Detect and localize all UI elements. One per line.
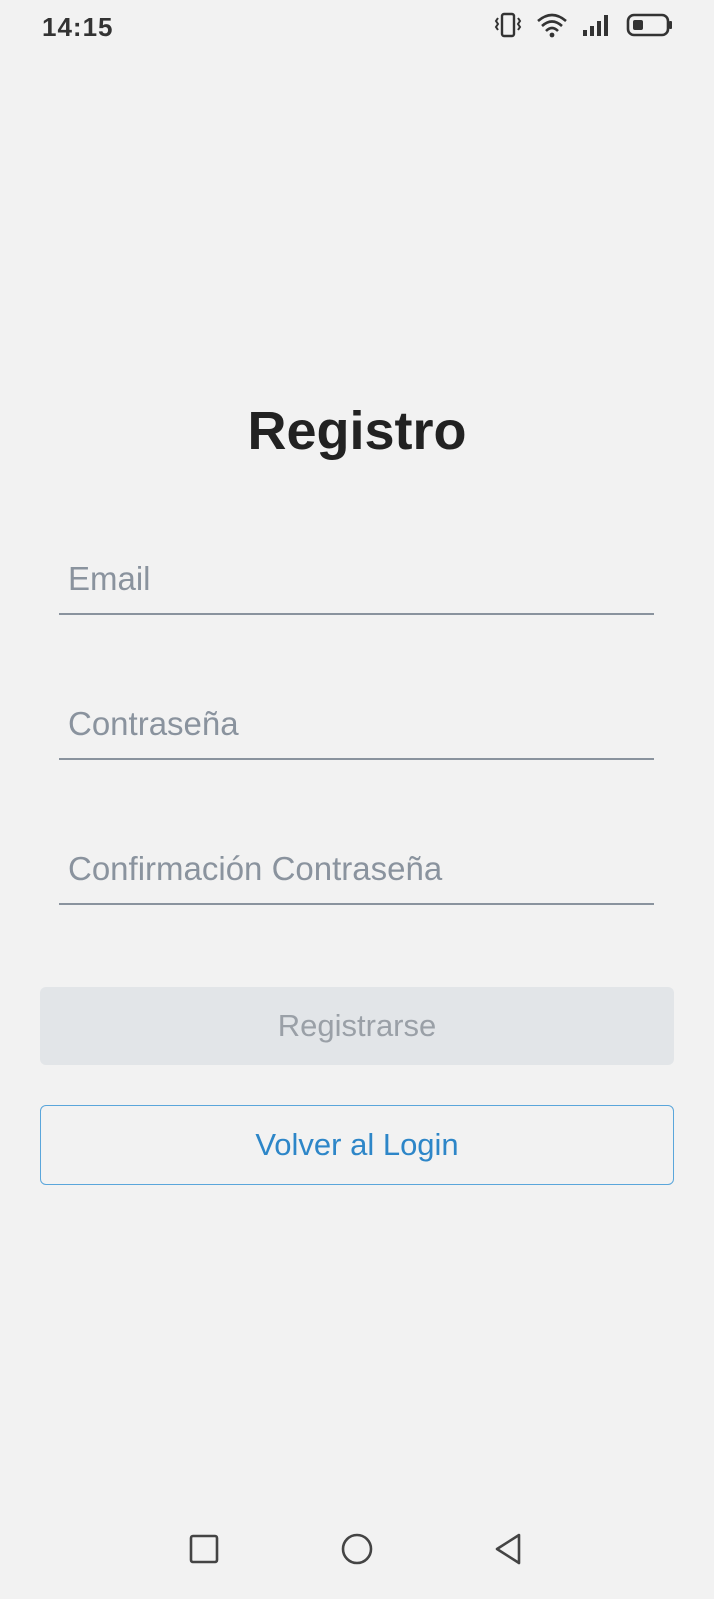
register-button[interactable]: Registrarse: [40, 987, 674, 1065]
navigation-bar: [0, 1499, 714, 1599]
signal-icon: [582, 12, 612, 38]
confirm-password-field-container: [59, 835, 654, 905]
recent-apps-icon[interactable]: [184, 1529, 224, 1569]
battery-icon: [626, 12, 674, 38]
back-icon[interactable]: [488, 1529, 528, 1569]
vibrate-icon: [494, 12, 522, 38]
status-time: 14:15: [42, 12, 114, 42]
wifi-icon: [536, 12, 568, 38]
status-icons: [494, 12, 674, 38]
status-bar: 14:15: [0, 0, 714, 56]
page-title: Registro: [247, 401, 467, 461]
confirm-password-field[interactable]: [59, 835, 654, 903]
email-field[interactable]: [59, 545, 654, 613]
password-field[interactable]: [59, 690, 654, 758]
email-field-container: [59, 545, 654, 615]
password-field-container: [59, 690, 654, 760]
home-icon[interactable]: [337, 1529, 377, 1569]
back-to-login-button[interactable]: Volver al Login: [40, 1105, 674, 1185]
